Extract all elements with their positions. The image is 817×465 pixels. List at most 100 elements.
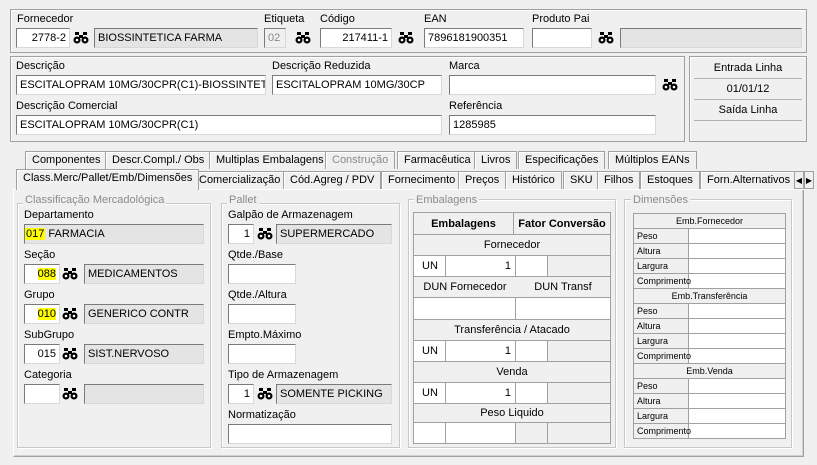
grupo-code: 010 <box>37 308 56 320</box>
tab-especificacoes[interactable]: Especificações <box>518 151 606 169</box>
qtd-fornecedor-cell[interactable]: 1 <box>446 256 516 277</box>
codigo-input[interactable]: 217411-1 <box>320 28 392 48</box>
secao-code-input[interactable]: 088 <box>24 264 60 284</box>
descricao-reduzida-label: Descrição Reduzida <box>272 60 371 72</box>
tab-historico[interactable]: Histórico <box>505 171 562 189</box>
empto-maximo-input[interactable] <box>228 344 296 364</box>
comprimento-label: Comprimento <box>634 424 691 438</box>
peso-input[interactable] <box>689 304 785 319</box>
peso-input[interactable] <box>689 229 785 244</box>
secao-label: Seção <box>24 249 56 261</box>
descricao-label: Descrição <box>16 60 65 72</box>
arrow-right-icon[interactable]: ▶ <box>804 171 814 189</box>
tab-livros[interactable]: Livros <box>474 151 518 169</box>
tab-comercializacao[interactable]: Comercialização <box>192 171 288 189</box>
galpao-label: Galpão de Armazenagem <box>228 209 353 221</box>
un-venda-cell: UN <box>414 383 446 404</box>
categoria-code-input[interactable] <box>24 384 60 404</box>
tab-multiplas-embalagens[interactable]: Multiplas Embalagens <box>209 151 331 169</box>
subgrupo-code-input[interactable]: 015 <box>24 344 60 364</box>
descricao-comercial-input[interactable]: ESCITALOPRAM 10MG/30CPR(C1) <box>16 115 442 135</box>
peso-liquido-un-cell[interactable] <box>414 423 446 443</box>
binoculars-icon[interactable] <box>72 28 90 48</box>
tab-descr-compl-obs[interactable]: Descr.Compl./ Obs <box>105 151 212 169</box>
tab-estoques[interactable]: Estoques <box>640 171 700 189</box>
referencia-label: Referência <box>449 100 503 112</box>
arrow-left-icon[interactable]: ◀ <box>794 171 804 189</box>
embalagens-col-header: Embalagens <box>414 213 514 235</box>
tab-construcao[interactable]: Construção <box>325 151 396 169</box>
binoculars-icon[interactable] <box>661 75 679 95</box>
binoculars-icon[interactable] <box>61 384 79 404</box>
altura-input[interactable] <box>689 244 785 259</box>
peso-input[interactable] <box>689 379 785 394</box>
fator-conversao-col-header: Fator Conversão <box>514 213 610 235</box>
fornecedor-code-input[interactable]: 2778-2 <box>16 28 70 48</box>
produto-pai-input[interactable] <box>532 28 592 48</box>
fator-fornecedor-cell[interactable] <box>516 256 548 277</box>
venda-section: Venda <box>414 362 610 383</box>
binoculars-icon[interactable] <box>61 264 79 284</box>
qtde-base-input[interactable] <box>228 264 296 284</box>
binoculars-icon[interactable] <box>61 344 79 364</box>
grupo-code-input[interactable]: 010 <box>24 304 60 324</box>
grupo-label: Grupo <box>24 289 55 301</box>
galpao-name-field: SUPERMERCADO <box>276 224 392 244</box>
tab-precos[interactable]: Preços <box>458 171 507 189</box>
qtd-transferencia-cell[interactable]: 1 <box>446 341 516 362</box>
referencia-input[interactable]: 1285985 <box>449 115 656 135</box>
galpao-code-input[interactable]: 1 <box>228 224 254 244</box>
entrada-linha-value: 01/01/12 <box>694 80 802 100</box>
produto-pai-desc-field <box>620 28 802 48</box>
altura-input[interactable] <box>689 319 785 334</box>
saida-linha-value <box>694 122 802 138</box>
descricao-input[interactable]: ESCITALOPRAM 10MG/30CPR(C1)-BIOSSINTETIC <box>16 75 266 95</box>
comprimento-label: Comprimento <box>634 349 691 364</box>
altura-input[interactable] <box>689 394 785 409</box>
binoculars-icon[interactable] <box>256 224 274 244</box>
peso-liquido-section: Peso Liquido <box>414 404 610 423</box>
tab-farmaceutica[interactable]: Farmacêutica <box>397 151 478 169</box>
binoculars-icon[interactable] <box>61 304 79 324</box>
tab-multiplos-eans[interactable]: Múltiplos EANs <box>608 151 697 169</box>
binoculars-icon[interactable] <box>294 28 312 48</box>
dun-fornecedor-input[interactable] <box>414 298 516 320</box>
descricao-reduzida-input[interactable]: ESCITALOPRAM 10MG/30CP <box>272 75 442 95</box>
transferencia-section: Transferência / Atacado <box>414 320 610 341</box>
tab-sku[interactable]: SKU <box>563 171 600 189</box>
ean-input[interactable]: 7896181900351 <box>424 28 524 48</box>
tab-componentes[interactable]: Componentes <box>25 151 108 169</box>
qtde-altura-input[interactable] <box>228 304 296 324</box>
ean-label: EAN <box>424 13 447 25</box>
dun-transf-input[interactable] <box>516 298 610 320</box>
emb-fornecedor-header: Emb.Fornecedor <box>634 214 785 229</box>
tab-fornecimento[interactable]: Fornecimento <box>381 171 463 189</box>
empty-cell <box>548 383 610 404</box>
tab-forn-alternativos[interactable]: Forn.Alternativos <box>700 171 798 189</box>
fator-venda-cell[interactable] <box>516 383 548 404</box>
departamento-code: 017 <box>25 228 46 240</box>
binoculars-icon[interactable] <box>597 28 615 48</box>
comprimento-input[interactable] <box>689 424 785 438</box>
largura-input[interactable] <box>689 409 785 424</box>
normatizacao-input[interactable] <box>228 424 392 444</box>
largura-input[interactable] <box>689 259 785 274</box>
tab-filhos[interactable]: Filhos <box>597 171 641 189</box>
binoculars-icon[interactable] <box>256 384 274 404</box>
largura-label: Largura <box>634 259 689 274</box>
comprimento-input[interactable] <box>689 274 785 289</box>
marca-input[interactable] <box>449 75 656 95</box>
qtd-venda-cell[interactable]: 1 <box>446 383 516 404</box>
tab-class-merc-pallet-emb-dimensoes[interactable]: Class.Merc/Pallet/Emb/Dimensões <box>16 169 200 190</box>
etiqueta-input[interactable]: 02 <box>264 28 286 48</box>
tab-cod-agreg-pdv[interactable]: Cód.Agreg / PDV <box>283 171 382 189</box>
comprimento-input[interactable] <box>689 349 785 364</box>
binoculars-icon[interactable] <box>397 28 415 48</box>
largura-input[interactable] <box>689 334 785 349</box>
grupo-name-field: GENERICO CONTR <box>84 304 204 324</box>
peso-liquido-value-cell[interactable] <box>446 423 516 443</box>
tipo-armazenagem-code-input[interactable]: 1 <box>228 384 254 404</box>
emb-venda-header: Emb.Venda <box>634 364 785 379</box>
fator-transferencia-cell[interactable] <box>516 341 548 362</box>
empty-cell <box>548 256 610 277</box>
